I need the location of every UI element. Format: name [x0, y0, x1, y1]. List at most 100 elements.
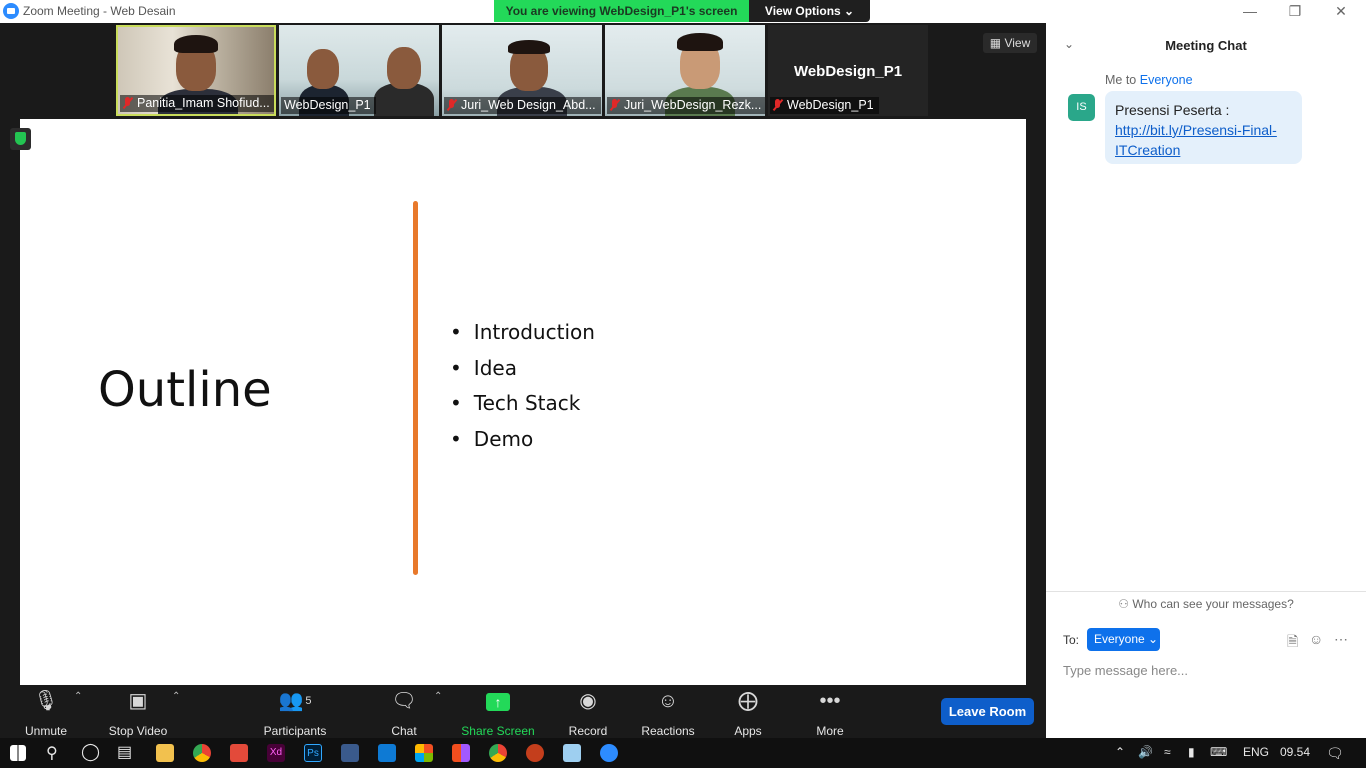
view-button[interactable]: ▦ View [983, 33, 1037, 53]
participants-count: 5 [305, 695, 312, 707]
wifi-icon[interactable]: ≈ [1164, 745, 1171, 759]
battery-icon[interactable]: ▮ [1188, 745, 1195, 759]
to-label: To: [1063, 633, 1080, 647]
notepad-icon[interactable] [563, 744, 581, 762]
figma-icon[interactable] [452, 744, 470, 762]
language-indicator[interactable]: ENG [1243, 745, 1269, 759]
cortana-icon[interactable]: ◯ [81, 742, 100, 762]
active-app-icon[interactable] [341, 744, 359, 762]
title-bar: Zoom Meeting - Web Desain You are viewin… [0, 0, 1366, 23]
viewing-screen-banner: You are viewing WebDesign_P1's screen [494, 0, 749, 22]
volume-icon[interactable]: 🔊 [1138, 745, 1153, 759]
zoom-icon[interactable] [600, 744, 618, 762]
more-button[interactable]: ••• More [812, 689, 848, 738]
chat-options-caret[interactable]: ⌃ [434, 691, 442, 702]
app-icon[interactable] [230, 744, 248, 762]
restore-button[interactable]: ❐ [1280, 2, 1310, 20]
more-dots-icon: ••• [819, 690, 841, 712]
audio-options-caret[interactable]: ⌃ [74, 691, 82, 702]
more-options-icon[interactable]: ⋯ [1334, 631, 1348, 648]
video-tile-juri-abd[interactable]: Juri_Web Design_Abd... [442, 25, 602, 116]
share-screen-button[interactable]: ↑ Share Screen [460, 689, 536, 738]
video-camera-icon: ▣ [128, 690, 148, 712]
chevron-down-icon: ⌄ [1148, 632, 1159, 646]
video-tile-juri-rezk[interactable]: Juri_WebDesign_Rezk... [605, 25, 765, 116]
recipient-label[interactable]: Everyone [1140, 73, 1193, 87]
view-options-button[interactable]: View Options ⌄ [749, 0, 870, 22]
leave-room-button[interactable]: Leave Room [941, 698, 1034, 725]
bullet-item: Idea [450, 356, 595, 392]
video-tile-webdesign-p1[interactable]: WebDesign_P1 [279, 25, 439, 116]
smiley-plus-icon: ☺ [657, 690, 679, 712]
notifications-icon[interactable]: 🗨 [1326, 745, 1344, 762]
search-icon[interactable]: ⚲ [46, 743, 58, 763]
store-icon[interactable] [415, 744, 433, 762]
participant-name: Panitia_Imam Shofiud... [137, 96, 270, 110]
close-button[interactable]: ✕ [1326, 2, 1356, 20]
chrome-icon[interactable] [193, 744, 211, 762]
chat-title: Meeting Chat [1165, 38, 1247, 53]
video-options-caret[interactable]: ⌃ [172, 691, 180, 702]
security-shield-icon[interactable] [10, 128, 31, 150]
participant-name: WebDesign_P1 [787, 98, 874, 112]
participant-name: Juri_WebDesign_Rezk... [624, 98, 762, 112]
video-tile-panitia[interactable]: Panitia_Imam Shofiud... [116, 25, 276, 116]
chat-message-meta: Me to Everyone [1105, 73, 1193, 87]
chat-message-text: Presensi Peserta : [1115, 102, 1230, 118]
sender-label: Me to [1105, 73, 1140, 87]
file-explorer-icon[interactable] [156, 744, 174, 762]
chat-message-input[interactable] [1063, 659, 1353, 681]
chat-label: Chat [391, 724, 417, 738]
vscode-icon[interactable] [378, 744, 396, 762]
chat-button[interactable]: 🗨 Chat [384, 689, 424, 738]
bullet-item: Tech Stack [450, 391, 595, 427]
task-view-icon[interactable]: ▤ [117, 742, 132, 762]
record-label: Record [568, 724, 608, 738]
stop-video-label: Stop Video [108, 724, 168, 738]
keyboard-icon[interactable]: ⌨ [1210, 745, 1227, 759]
file-icon[interactable]: 🗎 [1287, 631, 1298, 655]
mic-muted-icon [123, 97, 133, 109]
reactions-label: Reactions [641, 724, 695, 738]
record-button[interactable]: ◉ Record [566, 689, 610, 738]
windows-taskbar: ⚲ ◯ ▤ Xd Ps ⌃ 🔊 ≈ ▮ ⌨ ENG 09.54 🗨 [0, 738, 1366, 768]
recipient-select[interactable]: Everyone ⌄ [1087, 628, 1160, 651]
emoji-icon[interactable]: ☺ [1309, 631, 1323, 647]
meeting-chat-panel: ⌄ Meeting Chat Me to Everyone IS Presens… [1046, 23, 1366, 738]
unmute-button[interactable]: 🎙 Unmute [18, 689, 74, 738]
shared-screen: Outline Introduction Idea Tech Stack Dem… [20, 119, 1026, 685]
meeting-toolbar: 🎙 Unmute ⌃ ▣ Stop Video ⌃ 👥 5 Participant… [0, 685, 1046, 738]
more-label: More [816, 724, 844, 738]
apps-button[interactable]: ⨁ Apps [730, 689, 766, 738]
reactions-button[interactable]: ☺ Reactions [640, 689, 696, 738]
chrome-icon[interactable] [489, 744, 507, 762]
chevron-up-icon[interactable]: ⌃ [1115, 745, 1125, 759]
apps-icon: ⨁ [738, 690, 758, 712]
record-icon: ◉ [579, 690, 597, 712]
chat-divider [1046, 591, 1366, 592]
mic-muted-icon [447, 99, 457, 111]
bullet-item: Demo [450, 427, 595, 463]
chat-message-bubble: Presensi Peserta : http://bit.ly/Presens… [1105, 91, 1302, 164]
tile-title: WebDesign_P1 [793, 63, 903, 80]
unmute-label: Unmute [24, 724, 68, 738]
video-strip: Panitia_Imam Shofiud... WebDesign_P1 Jur… [0, 23, 1046, 119]
video-tile-webdesign-p1-off[interactable]: WebDesign_P1 WebDesign_P1 [768, 25, 928, 116]
window-title: Zoom Meeting - Web Desain [23, 4, 176, 18]
photoshop-icon[interactable]: Ps [304, 744, 322, 762]
powerpoint-icon[interactable] [526, 744, 544, 762]
adobe-xd-icon[interactable]: Xd [267, 744, 285, 762]
windows-start-icon[interactable] [10, 745, 26, 761]
grid-view-icon: ▦ [989, 36, 1002, 50]
who-can-see-link[interactable]: ⚇ Who can see your messages? [1046, 597, 1366, 611]
participant-name: Juri_Web Design_Abd... [461, 98, 596, 112]
share-screen-label: Share Screen [461, 724, 535, 738]
chat-message-link[interactable]: http://bit.ly/Presensi-Final-ITCreation [1115, 122, 1277, 158]
minimize-button[interactable]: — [1235, 2, 1265, 20]
clock[interactable]: 09.54 [1280, 745, 1310, 759]
mic-muted-icon: 🎙 [33, 690, 59, 712]
mic-muted-icon [610, 99, 620, 111]
avatar: IS [1068, 94, 1095, 121]
stop-video-button[interactable]: ▣ Stop Video [104, 689, 172, 738]
participants-button[interactable]: 👥 5 Participants [258, 689, 332, 738]
